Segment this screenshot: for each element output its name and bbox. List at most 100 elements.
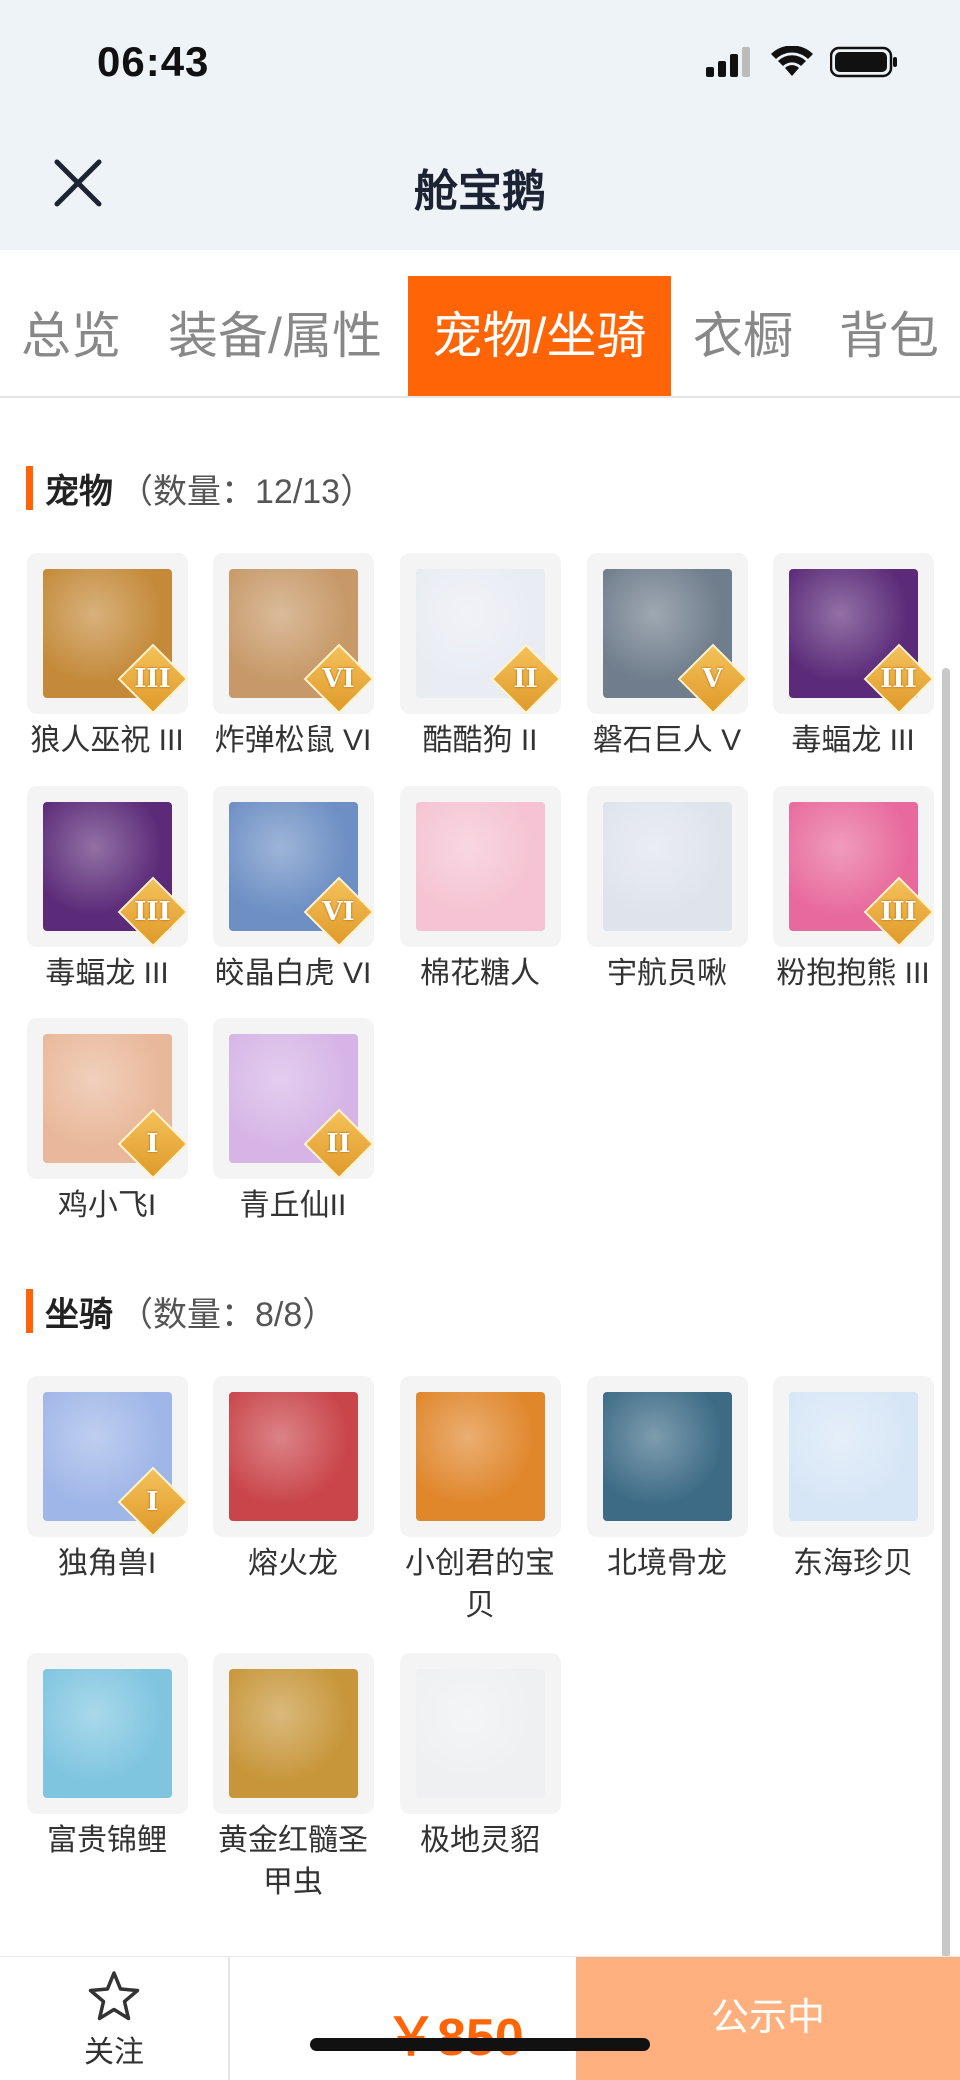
rank-badge-text: III bbox=[134, 897, 171, 927]
pet-name: 宇航员啾 bbox=[607, 957, 727, 990]
follow-label: 关注 bbox=[84, 2036, 144, 2069]
rank-badge-text: III bbox=[880, 664, 917, 694]
pet-image bbox=[415, 802, 545, 931]
mount-thumbnail bbox=[212, 1653, 374, 1814]
rank-badge-text: VI bbox=[322, 664, 355, 694]
pet-name: 粉抱抱熊 III bbox=[776, 957, 930, 990]
rank-badge-text: II bbox=[326, 1129, 351, 1159]
tab-bar: 总览 装备/属性 宠物/坐骑 衣橱 背包 bbox=[0, 276, 960, 398]
pet-thumbnail: VI bbox=[212, 553, 374, 714]
mount-item[interactable]: 北境骨龙 bbox=[574, 1376, 760, 1585]
mount-image bbox=[415, 1392, 545, 1521]
mount-image bbox=[42, 1669, 172, 1798]
mount-thumbnail bbox=[399, 1653, 561, 1814]
mount-item[interactable]: I 独角兽I bbox=[14, 1376, 200, 1585]
mount-thumbnail bbox=[212, 1376, 374, 1537]
mount-thumbnail bbox=[399, 1376, 561, 1537]
status-time: 06:43 bbox=[97, 38, 210, 85]
pet-thumbnail: III bbox=[772, 553, 934, 714]
pet-thumbnail bbox=[586, 786, 748, 947]
rank-badge-text: VI bbox=[322, 897, 355, 927]
pet-item[interactable]: V 磐石巨人 V bbox=[574, 553, 760, 762]
section-accent bbox=[26, 466, 33, 510]
cellular-signal-icon bbox=[706, 47, 750, 77]
mount-thumbnail bbox=[772, 1376, 934, 1537]
pet-item[interactable]: II 青丘仙II bbox=[200, 1018, 386, 1227]
pet-name: 毒蝠龙 III bbox=[791, 724, 915, 757]
pet-image bbox=[602, 802, 732, 931]
pet-item[interactable]: 棉花糖人 bbox=[387, 786, 573, 995]
pet-name: 毒蝠龙 III bbox=[45, 957, 169, 990]
mount-item[interactable]: 东海珍贝 bbox=[760, 1376, 946, 1585]
mounts-title: 坐骑 bbox=[45, 1295, 113, 1334]
price: ￥850 bbox=[385, 1995, 524, 2070]
rank-badge-text: II bbox=[513, 664, 538, 694]
pet-item[interactable]: II 酷酷狗 II bbox=[387, 553, 573, 762]
pet-thumbnail: II bbox=[212, 1018, 374, 1179]
pet-thumbnail: III bbox=[26, 786, 188, 947]
status-bar: 06:43 bbox=[0, 0, 960, 125]
mount-item[interactable]: 富贵锦鲤 bbox=[14, 1653, 200, 1862]
mounts-count: （数量：8/8） bbox=[119, 1295, 337, 1334]
mount-item[interactable]: 熔火龙 bbox=[200, 1376, 386, 1585]
mount-image bbox=[228, 1669, 358, 1798]
status-icons bbox=[706, 46, 898, 78]
pet-thumbnail bbox=[399, 786, 561, 947]
tab-backpack[interactable]: 背包 bbox=[830, 276, 948, 396]
pet-item[interactable]: I 鸡小飞I bbox=[14, 1018, 200, 1227]
pet-item[interactable]: III 毒蝠龙 III bbox=[760, 553, 946, 762]
pet-item[interactable]: III 狼人巫祝 III bbox=[14, 553, 200, 762]
pet-name: 棉花糖人 bbox=[420, 957, 540, 990]
pet-item[interactable]: 宇航员啾 bbox=[574, 786, 760, 995]
star-icon bbox=[88, 1971, 140, 2021]
mount-item[interactable]: 极地灵貂 bbox=[387, 1653, 573, 1862]
tab-overview[interactable]: 总览 bbox=[0, 276, 142, 396]
pet-name: 青丘仙II bbox=[239, 1189, 347, 1222]
status-button[interactable]: 公示中 bbox=[576, 1957, 960, 2080]
mount-image bbox=[228, 1392, 358, 1521]
section-accent bbox=[26, 1289, 33, 1333]
tab-equipment[interactable]: 装备/属性 bbox=[160, 276, 390, 396]
mount-image bbox=[602, 1392, 732, 1521]
pets-count: （数量：12/13） bbox=[119, 472, 375, 511]
nav-bar: 舱宝鹅 bbox=[0, 125, 960, 250]
pet-item[interactable]: VI 皎晶白虎 VI bbox=[200, 786, 386, 995]
pet-thumbnail: I bbox=[26, 1018, 188, 1179]
mount-item[interactable]: 黄金红髓圣甲虫 bbox=[200, 1653, 386, 1904]
pet-name: 皎晶白虎 VI bbox=[214, 957, 372, 990]
mount-name: 小创君的宝贝 bbox=[405, 1547, 555, 1622]
pet-item[interactable]: III 粉抱抱熊 III bbox=[760, 786, 946, 995]
mounts-section-title: 坐骑 （数量：8/8） bbox=[26, 1289, 337, 1334]
mount-image bbox=[788, 1392, 918, 1521]
bottom-bar: 关注 ￥850 公示中 bbox=[0, 1956, 960, 2080]
pet-thumbnail: V bbox=[586, 553, 748, 714]
mount-name: 独角兽I bbox=[57, 1547, 157, 1580]
pet-item[interactable]: III 毒蝠龙 III bbox=[14, 786, 200, 995]
rank-badge-text: I bbox=[146, 1129, 159, 1159]
pet-thumbnail: III bbox=[26, 553, 188, 714]
pet-item[interactable]: VI 炸弹松鼠 VI bbox=[200, 553, 386, 762]
mount-thumbnail bbox=[586, 1376, 748, 1537]
home-indicator bbox=[310, 2038, 650, 2051]
pet-thumbnail: III bbox=[772, 786, 934, 947]
mount-name: 北境骨龙 bbox=[607, 1547, 727, 1580]
battery-icon bbox=[830, 46, 897, 78]
rank-badge-text: I bbox=[146, 1487, 159, 1517]
mount-name: 极地灵貂 bbox=[420, 1824, 540, 1857]
pet-name: 酷酷狗 II bbox=[422, 724, 538, 757]
tab-wardrobe[interactable]: 衣橱 bbox=[688, 276, 798, 396]
mount-name: 富贵锦鲤 bbox=[47, 1824, 167, 1857]
mount-thumbnail bbox=[26, 1653, 188, 1814]
wifi-icon bbox=[771, 46, 813, 76]
rank-badge-text: V bbox=[702, 664, 723, 694]
tab-pets-mounts[interactable]: 宠物/坐骑 bbox=[408, 276, 671, 396]
mount-item[interactable]: 小创君的宝贝 bbox=[387, 1376, 573, 1627]
pets-section-title: 宠物 （数量：12/13） bbox=[26, 466, 375, 511]
scrollbar[interactable] bbox=[942, 668, 950, 1958]
page-title: 舱宝鹅 bbox=[414, 167, 546, 216]
mount-image bbox=[415, 1669, 545, 1798]
follow-button[interactable]: 关注 bbox=[0, 1957, 230, 2080]
rank-badge-text: III bbox=[134, 664, 171, 694]
mount-thumbnail: I bbox=[26, 1376, 188, 1537]
pet-name: 炸弹松鼠 VI bbox=[214, 724, 372, 757]
